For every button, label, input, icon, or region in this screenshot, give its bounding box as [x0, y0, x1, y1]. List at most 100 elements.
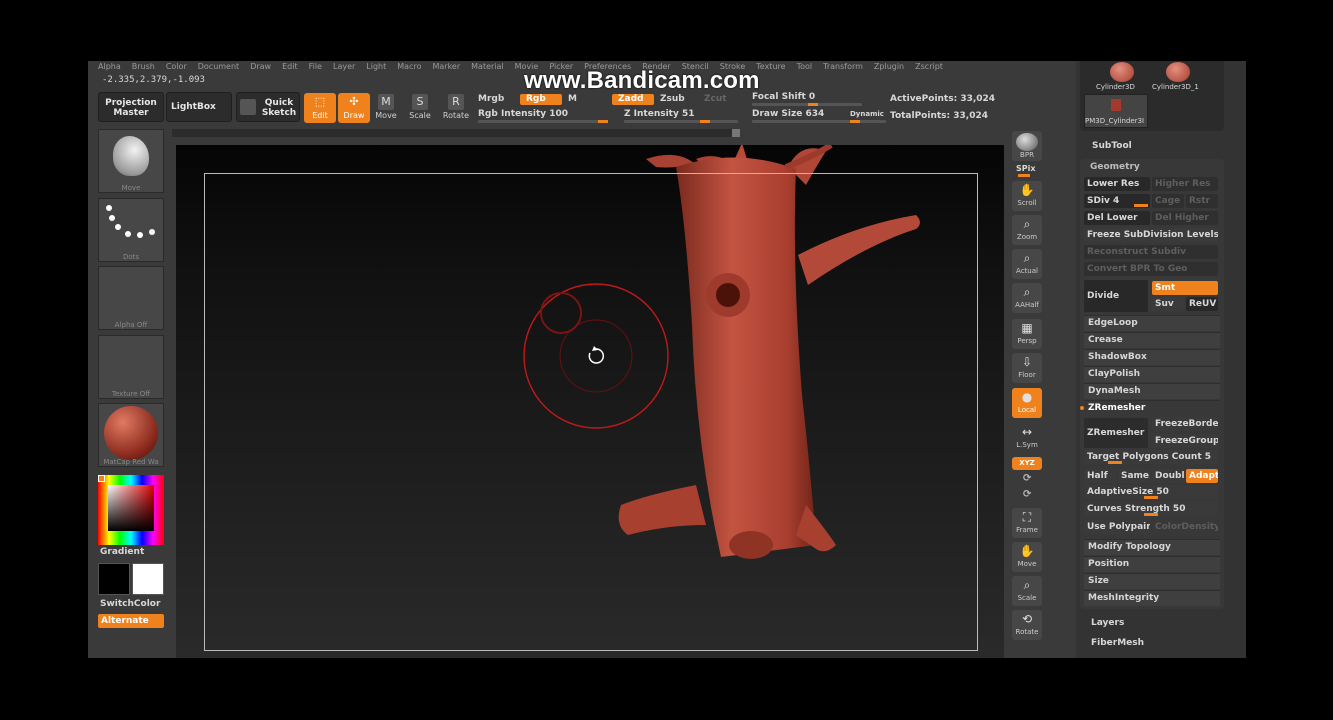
fibermesh-header[interactable]: FiberMesh	[1091, 638, 1144, 648]
draw-button[interactable]: ✣ Draw	[338, 93, 370, 123]
focal-shift-knob[interactable]	[808, 103, 818, 106]
scroll-button[interactable]: ✋ Scroll	[1012, 181, 1042, 211]
edgeloop-section[interactable]: EdgeLoop	[1084, 315, 1220, 331]
rgb-intensity-track[interactable]	[478, 120, 608, 123]
z-intensity-knob[interactable]	[700, 120, 710, 123]
menu-brush[interactable]: Brush	[132, 61, 155, 73]
spix-knob[interactable]	[1018, 174, 1030, 177]
mrgb-toggle[interactable]: Mrgb	[478, 94, 504, 104]
quick-sketch-button[interactable]: Quick Sketch	[236, 92, 300, 122]
lower-res-button[interactable]: Lower Res	[1084, 177, 1150, 191]
menu-file[interactable]: File	[309, 61, 322, 73]
main-color-swatch[interactable]	[98, 563, 130, 595]
scale-view-button[interactable]: ⌕ Scale	[1012, 576, 1042, 606]
pm3d-thumb[interactable]: PM3D_Cylinder3I	[1084, 94, 1148, 128]
del-lower-button[interactable]: Del Lower	[1084, 211, 1150, 225]
same-toggle[interactable]: Same	[1118, 469, 1150, 483]
xyz-button[interactable]: XYZ	[1012, 457, 1042, 470]
z-intensity-slider[interactable]: Z Intensity 51	[624, 109, 695, 119]
alpha-thumbnail[interactable]: Alpha Off	[98, 266, 164, 330]
menu-material[interactable]: Material	[471, 61, 504, 73]
cylinder3d-thumb[interactable]	[1110, 62, 1134, 82]
layers-header[interactable]: Layers	[1091, 618, 1124, 628]
zremesher-section[interactable]: ZRemesher	[1084, 400, 1220, 416]
zremesher-button[interactable]: ZRemesher	[1084, 418, 1148, 448]
menu-marker[interactable]: Marker	[432, 61, 460, 73]
switch-color-button[interactable]: SwitchColor	[100, 599, 160, 609]
freeze-subdivision-button[interactable]: Freeze SubDivision Levels	[1084, 228, 1218, 242]
m-toggle[interactable]: M	[568, 94, 577, 104]
rotate-button[interactable]: R Rotate	[440, 93, 472, 123]
local-button[interactable]: ● Local	[1012, 388, 1042, 418]
lsym-button[interactable]: ↔ L.Sym	[1012, 423, 1042, 453]
position-section[interactable]: Position	[1084, 556, 1220, 572]
lightbox-button[interactable]: LightBox	[166, 92, 232, 122]
edit-button[interactable]: ⬚ Edit	[304, 93, 336, 123]
frame-button[interactable]: ⛶ Frame	[1012, 508, 1042, 538]
mesh-integrity-section[interactable]: MeshIntegrity	[1084, 590, 1220, 606]
zadd-toggle[interactable]: Zadd	[612, 94, 654, 105]
texture-thumbnail[interactable]: Texture Off	[98, 335, 164, 399]
move-view-button[interactable]: ✋ Move	[1012, 542, 1042, 572]
zcut-toggle[interactable]: Zcut	[704, 94, 727, 104]
menu-zplugin[interactable]: Zplugin	[874, 61, 904, 73]
menu-layer[interactable]: Layer	[333, 61, 355, 73]
draw-size-track[interactable]	[752, 120, 886, 123]
z-intensity-track[interactable]	[624, 120, 738, 123]
cylinder3d-1-thumb[interactable]	[1166, 62, 1190, 82]
top-scroll-bar[interactable]	[172, 129, 732, 137]
freeze-border-toggle[interactable]: FreezeBorder	[1152, 417, 1218, 431]
color-density-slider[interactable]: ColorDensity	[1152, 520, 1218, 534]
reuv-button[interactable]: ReUV	[1186, 297, 1218, 311]
actual-button[interactable]: ⌕ Actual	[1012, 249, 1042, 279]
menu-edit[interactable]: Edit	[282, 61, 298, 73]
divide-button[interactable]: Divide	[1084, 280, 1148, 312]
subtool-header[interactable]: SubTool	[1092, 141, 1132, 151]
saturation-square[interactable]	[108, 485, 154, 531]
draw-size-slider[interactable]: Draw Size 634	[752, 109, 824, 119]
half-toggle[interactable]: Half	[1084, 469, 1116, 483]
gradient-label[interactable]: Gradient	[100, 547, 144, 557]
double-toggle[interactable]: Double	[1152, 469, 1184, 483]
del-higher-button[interactable]: Del Higher	[1152, 211, 1218, 225]
dynamesh-section[interactable]: DynaMesh	[1084, 383, 1220, 399]
spix-slider[interactable]: SPix	[1016, 164, 1036, 173]
target-polygons-knob[interactable]	[1108, 461, 1122, 464]
menu-draw[interactable]: Draw	[250, 61, 271, 73]
move-button[interactable]: M Move	[370, 93, 402, 123]
modify-topology-section[interactable]: Modify Topology	[1084, 539, 1220, 555]
projection-master-button[interactable]: Projection Master	[98, 92, 164, 122]
stroke-thumbnail[interactable]: Dots	[98, 198, 164, 262]
zoom-button[interactable]: ⌕ Zoom	[1012, 215, 1042, 245]
menu-alpha[interactable]: Alpha	[98, 61, 121, 73]
top-scroll-thumb[interactable]	[732, 129, 740, 137]
menu-transform[interactable]: Transform	[823, 61, 863, 73]
size-section[interactable]: Size	[1084, 573, 1220, 589]
brush-thumbnail[interactable]: Move	[98, 129, 164, 193]
material-thumbnail[interactable]: MatCap Red Wa	[98, 403, 164, 467]
focal-shift-slider[interactable]: Focal Shift 0	[752, 92, 815, 102]
crease-section[interactable]: Crease	[1084, 332, 1220, 348]
bpr-button[interactable]: BPR	[1012, 131, 1042, 161]
menu-color[interactable]: Color	[166, 61, 187, 73]
geometry-header[interactable]: Geometry	[1090, 162, 1140, 172]
aahalf-button[interactable]: ⌕ AAHalf	[1012, 283, 1042, 313]
use-polypaint-toggle[interactable]: Use Polypaint	[1084, 520, 1150, 534]
cage-button[interactable]: Cage	[1152, 194, 1184, 208]
color-picker[interactable]	[98, 475, 164, 545]
menu-texture[interactable]: Texture	[756, 61, 785, 73]
zsub-toggle[interactable]: Zsub	[660, 94, 685, 104]
suv-toggle[interactable]: Suv	[1152, 297, 1184, 311]
secondary-color-swatch[interactable]	[132, 563, 164, 595]
alternate-button[interactable]: Alternate	[98, 614, 164, 628]
floor-button[interactable]: ⇩ Floor	[1012, 353, 1042, 383]
dynamic-toggle[interactable]: Dynamic	[850, 110, 884, 118]
convert-bpr-button[interactable]: Convert BPR To Geo	[1084, 262, 1218, 276]
rstr-button[interactable]: Rstr	[1186, 194, 1218, 208]
target-polygons-slider[interactable]: Target Polygons Count 5	[1084, 450, 1218, 464]
smt-toggle[interactable]: Smt	[1152, 281, 1218, 295]
freeze-groups-toggle[interactable]: FreezeGroups	[1152, 434, 1218, 448]
rgb-intensity-slider[interactable]: Rgb Intensity 100	[478, 109, 568, 119]
adapt-toggle[interactable]: Adapt	[1186, 469, 1218, 483]
adaptive-size-knob[interactable]	[1144, 496, 1158, 499]
